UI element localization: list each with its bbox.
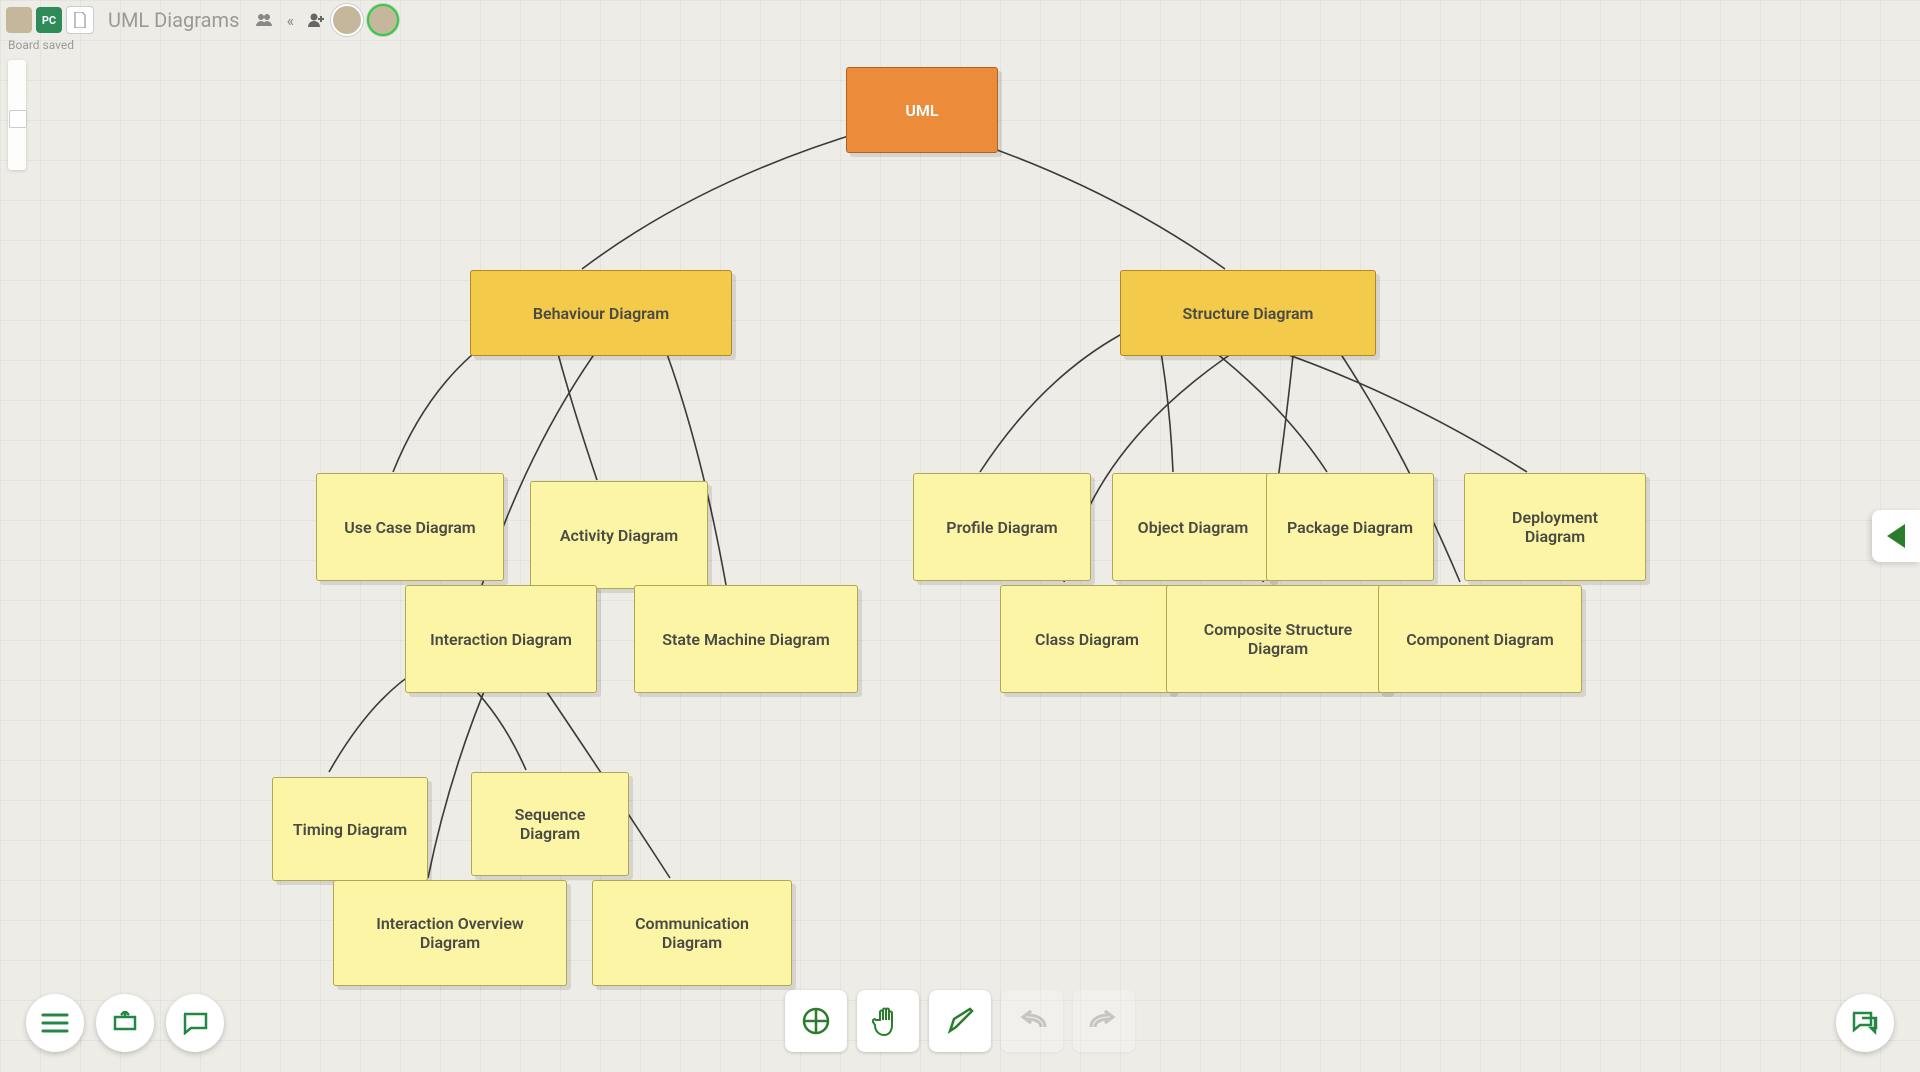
group-icon[interactable] bbox=[253, 9, 275, 31]
node-label: Use Case Diagram bbox=[344, 518, 475, 537]
node-state-machine[interactable]: State Machine Diagram bbox=[634, 585, 858, 693]
node-label: Sequence Diagram bbox=[490, 805, 610, 843]
avatar-label: PC bbox=[42, 14, 56, 27]
draw-tool[interactable] bbox=[929, 990, 991, 1052]
node-label: Deployment Diagram bbox=[1483, 508, 1627, 546]
file-icon[interactable] bbox=[66, 6, 94, 34]
node-label: State Machine Diagram bbox=[662, 630, 830, 649]
node-label: Interaction Overview Diagram bbox=[352, 914, 548, 952]
node-component[interactable]: Component Diagram bbox=[1378, 585, 1582, 693]
node-label: UML bbox=[905, 101, 938, 120]
node-label: Class Diagram bbox=[1035, 630, 1139, 649]
node-label: Package Diagram bbox=[1287, 518, 1413, 537]
node-profile[interactable]: Profile Diagram bbox=[913, 473, 1091, 581]
node-label: Communication Diagram bbox=[611, 914, 773, 952]
navigate-tool[interactable] bbox=[785, 990, 847, 1052]
collaborator-avatar-1[interactable] bbox=[331, 4, 363, 36]
undo-button[interactable] bbox=[1001, 990, 1063, 1052]
node-uml[interactable]: UML bbox=[846, 67, 998, 153]
node-use-case[interactable]: Use Case Diagram bbox=[316, 473, 504, 581]
node-label: Behaviour Diagram bbox=[533, 304, 669, 323]
node-activity[interactable]: Activity Diagram bbox=[530, 481, 708, 589]
node-sequence[interactable]: Sequence Diagram bbox=[471, 772, 629, 876]
user-avatar-pc[interactable]: PC bbox=[36, 7, 62, 33]
node-label: Profile Diagram bbox=[946, 518, 1057, 537]
node-label: Structure Diagram bbox=[1183, 304, 1314, 323]
zoom-slider[interactable] bbox=[8, 60, 26, 170]
board-canvas[interactable]: UML Behaviour Diagram Structure Diagram … bbox=[0, 0, 1920, 1072]
node-label: Activity Diagram bbox=[560, 526, 678, 545]
node-communication[interactable]: Communication Diagram bbox=[592, 880, 792, 986]
node-composite[interactable]: Composite Structure Diagram bbox=[1166, 585, 1390, 693]
user-avatar-1[interactable] bbox=[6, 7, 32, 33]
board-title: UML Diagrams bbox=[108, 8, 239, 32]
node-label: Timing Diagram bbox=[293, 820, 407, 839]
node-deployment[interactable]: Deployment Diagram bbox=[1464, 473, 1646, 581]
node-structure[interactable]: Structure Diagram bbox=[1120, 270, 1376, 356]
chevron-left-icon[interactable]: « bbox=[279, 9, 301, 31]
collaborator-avatar-2[interactable] bbox=[367, 4, 399, 36]
node-class[interactable]: Class Diagram bbox=[1000, 585, 1174, 693]
board-status: Board saved bbox=[8, 38, 74, 52]
node-package[interactable]: Package Diagram bbox=[1266, 473, 1434, 581]
node-timing[interactable]: Timing Diagram bbox=[272, 777, 428, 881]
menu-button[interactable] bbox=[26, 994, 84, 1052]
export-button[interactable] bbox=[96, 994, 154, 1052]
node-object[interactable]: Object Diagram bbox=[1112, 473, 1274, 581]
add-user-icon[interactable] bbox=[305, 9, 327, 31]
triangle-left-icon bbox=[1887, 524, 1905, 548]
bottom-left-toolbar bbox=[26, 994, 224, 1052]
node-label: Component Diagram bbox=[1406, 630, 1554, 649]
node-label: Composite Structure Diagram bbox=[1185, 620, 1371, 658]
right-panel-toggle[interactable] bbox=[1872, 510, 1920, 562]
redo-button[interactable] bbox=[1073, 990, 1135, 1052]
chat-button[interactable] bbox=[1836, 994, 1894, 1052]
bottom-center-toolbar bbox=[785, 990, 1135, 1052]
bottom-right-toolbar bbox=[1836, 994, 1894, 1052]
node-interaction[interactable]: Interaction Diagram bbox=[405, 585, 597, 693]
node-label: Object Diagram bbox=[1138, 518, 1249, 537]
node-interaction-overview[interactable]: Interaction Overview Diagram bbox=[333, 880, 567, 986]
hand-tool[interactable] bbox=[857, 990, 919, 1052]
node-label: Interaction Diagram bbox=[430, 630, 572, 649]
zoom-slider-handle[interactable] bbox=[9, 110, 27, 128]
topbar: PC UML Diagrams « bbox=[6, 4, 399, 36]
node-behaviour[interactable]: Behaviour Diagram bbox=[470, 270, 732, 356]
comment-button[interactable] bbox=[166, 994, 224, 1052]
